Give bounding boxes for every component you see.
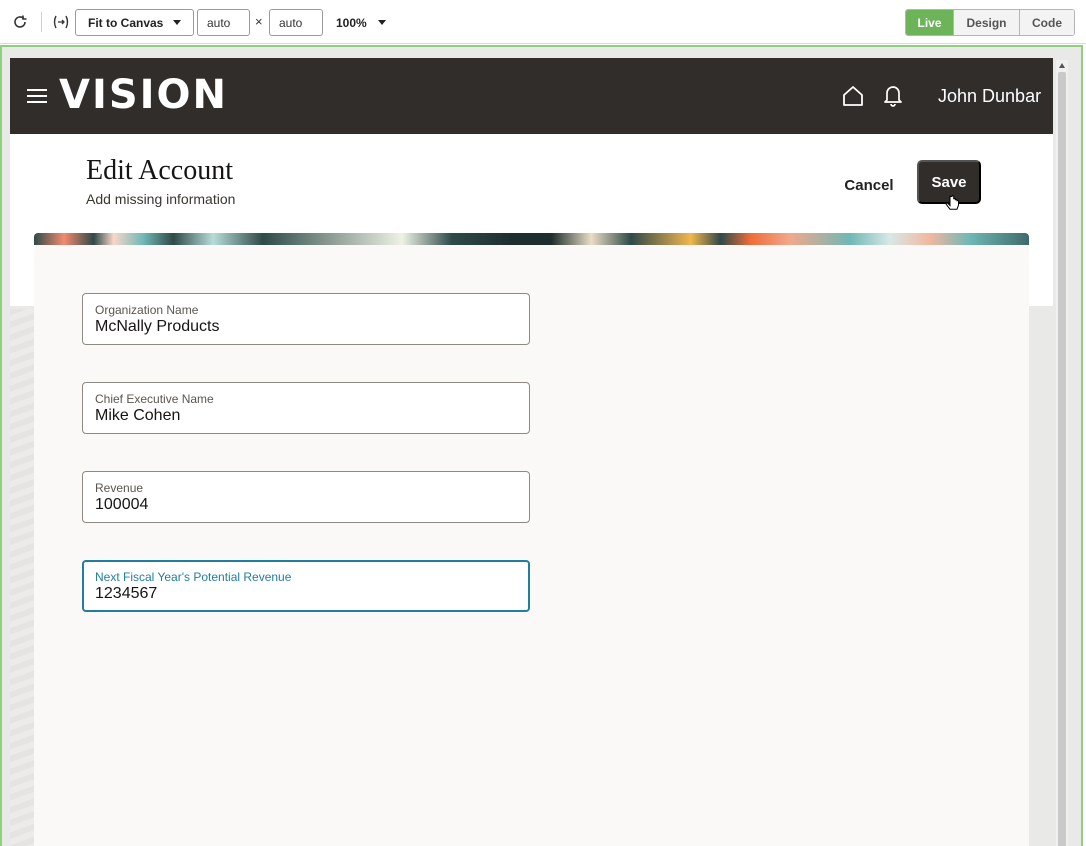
canvas-width-input[interactable]: auto (197, 9, 250, 36)
chevron-down-icon (378, 20, 386, 25)
field-value: McNally Products (95, 318, 220, 335)
home-icon[interactable] (841, 84, 865, 108)
decorative-banner (34, 233, 1029, 245)
bindings-icon[interactable] (50, 11, 72, 33)
mode-code-button[interactable]: Code (1019, 10, 1074, 35)
canvas-width-value: auto (207, 15, 231, 30)
organization-name-field[interactable]: Organization Name McNally Products (82, 293, 530, 345)
vision-logo: VISION (59, 72, 229, 118)
dimension-separator: × (255, 14, 263, 29)
scrollbar-thumb[interactable] (1058, 72, 1066, 846)
user-menu[interactable]: John Dunbar (938, 86, 1041, 107)
field-label: Chief Executive Name (95, 392, 214, 406)
fit-to-canvas-label: Fit to Canvas (88, 15, 164, 30)
preview-canvas: VISION John Dunbar Edit Account Add miss… (0, 45, 1083, 846)
chevron-down-icon (173, 20, 181, 25)
page-subtitle: Add missing information (86, 191, 236, 207)
preview-toolbar: Fit to Canvas auto × auto 100% Live Desi… (0, 0, 1086, 44)
cancel-button[interactable]: Cancel (836, 167, 902, 203)
field-label: Next Fiscal Year's Potential Revenue (95, 570, 292, 584)
field-value: Mike Cohen (95, 407, 181, 424)
mode-live-button[interactable]: Live (906, 10, 953, 35)
background-pattern (10, 309, 34, 846)
chief-executive-name-field[interactable]: Chief Executive Name Mike Cohen (82, 382, 530, 434)
field-value: 1234567 (95, 585, 158, 602)
revenue-field[interactable]: Revenue 100004 (82, 471, 530, 523)
field-label: Revenue (95, 481, 144, 495)
field-label: Organization Name (95, 303, 199, 317)
canvas-height-input[interactable]: auto (269, 9, 323, 36)
app-header: VISION John Dunbar (10, 58, 1053, 134)
next-fiscal-year-potential-revenue-field[interactable]: Next Fiscal Year's Potential Revenue 123… (82, 560, 530, 612)
toolbar-divider (41, 12, 42, 32)
hamburger-menu-icon[interactable] (27, 89, 47, 103)
zoom-select[interactable]: 100% (336, 9, 392, 36)
notifications-bell-icon[interactable] (882, 83, 904, 107)
edit-account-form-card: Organization Name McNally Products Chief… (34, 245, 1029, 846)
mode-switcher: Live Design Code (905, 9, 1075, 36)
vertical-scrollbar[interactable] (1056, 60, 1068, 846)
page-title: Edit Account (86, 155, 233, 186)
field-value: 100004 (95, 496, 149, 513)
canvas-height-value: auto (279, 15, 303, 30)
hand-cursor-icon (945, 195, 961, 218)
refresh-icon[interactable] (9, 11, 31, 33)
scroll-up-arrow-icon[interactable] (1059, 63, 1065, 68)
mode-design-button[interactable]: Design (953, 10, 1019, 35)
fit-to-canvas-select[interactable]: Fit to Canvas (75, 9, 194, 36)
zoom-value: 100% (336, 15, 367, 30)
